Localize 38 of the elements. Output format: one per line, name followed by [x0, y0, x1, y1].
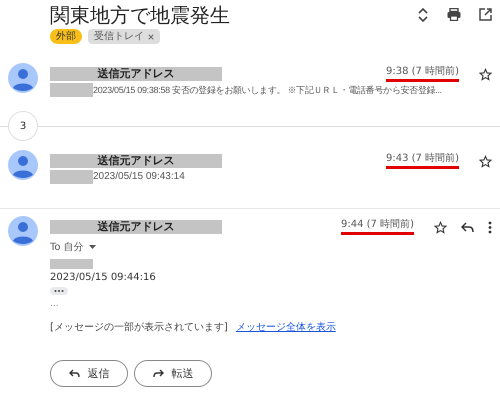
close-icon[interactable]	[148, 34, 154, 40]
hidden-messages-count[interactable]: 3	[8, 111, 38, 141]
avatar-icon	[8, 216, 38, 246]
view-entire-message-link[interactable]: メッセージ全体を表示	[236, 320, 336, 334]
print-icon[interactable]	[447, 8, 461, 21]
recipient-dropdown[interactable]: To 自分	[50, 240, 96, 254]
more-options-icon[interactable]	[488, 220, 492, 234]
redaction-bar	[50, 259, 93, 269]
redaction-bar	[50, 170, 93, 184]
message-time: 9:43 (7 時間前)	[386, 153, 459, 169]
avatar-icon	[8, 150, 38, 180]
star-icon[interactable]	[479, 154, 492, 168]
caret-icon	[88, 245, 96, 249]
show-trimmed-content-icon[interactable]	[50, 287, 68, 295]
message-time: 9:44 (7 時間前)	[341, 219, 414, 235]
action-button[interactable]: 転送	[134, 360, 212, 387]
trimmed-text: ...	[50, 298, 60, 310]
message-time: 9:38 (7 時間前)	[386, 66, 459, 82]
star-icon[interactable]	[434, 220, 447, 234]
sender-name: 送信元アドレス	[50, 67, 222, 81]
label-chip[interactable]: 外部	[50, 29, 82, 44]
message-body-date: 2023/05/15 09:44:16	[50, 272, 157, 283]
message-snippet: 2023/05/15 09:43:14	[93, 170, 185, 184]
reply-icon[interactable]	[461, 222, 474, 232]
open-in-new-window-icon[interactable]	[479, 8, 492, 21]
action-button[interactable]: 返信	[50, 360, 128, 387]
star-icon[interactable]	[479, 68, 492, 80]
reply-icon	[68, 369, 80, 378]
sender-name: 送信元アドレス	[50, 220, 222, 234]
expand-collapse-icon[interactable]	[417, 8, 429, 22]
label-chip[interactable]: 受信トレイ	[88, 29, 160, 44]
clipped-message-notice: [メッセージの一部が表示されています]	[50, 320, 228, 334]
redaction-bar	[50, 83, 93, 97]
avatar-icon	[8, 63, 38, 93]
sender-name: 送信元アドレス	[50, 154, 222, 168]
forward-icon	[152, 369, 164, 378]
message-snippet: 2023/05/15 09:38:58 安否の登録をお願いします。 ※下記ＵＲＬ・電話番号から安否登録...	[93, 84, 442, 97]
email-subject: 関東地方で地震発生	[50, 2, 231, 28]
